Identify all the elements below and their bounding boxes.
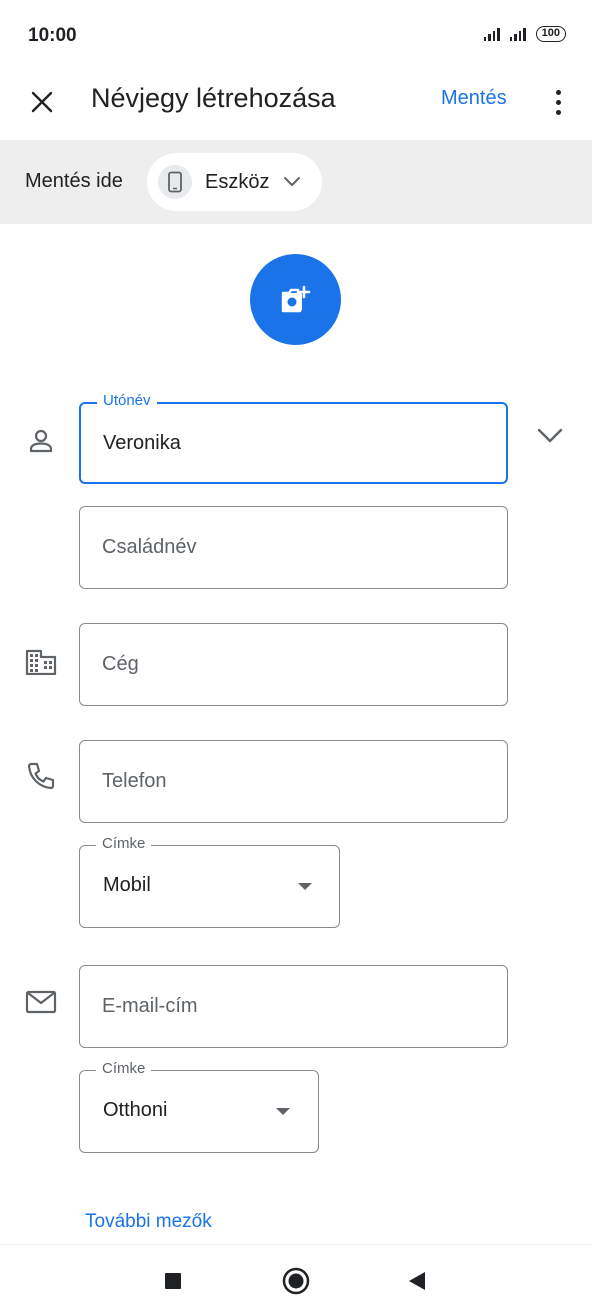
home-circle-icon bbox=[282, 1267, 310, 1295]
signal-icon bbox=[483, 27, 500, 41]
more-vert-icon bbox=[555, 89, 561, 95]
app-bar: Névjegy létrehozása Mentés bbox=[0, 70, 592, 140]
recents-button[interactable] bbox=[153, 1261, 193, 1301]
save-to-label: Mentés ide bbox=[25, 170, 123, 192]
last-name-field[interactable] bbox=[79, 506, 508, 589]
company-input[interactable] bbox=[102, 624, 491, 705]
add-photo-button[interactable] bbox=[250, 254, 341, 345]
phone-field[interactable] bbox=[79, 740, 508, 823]
back-triangle-icon bbox=[409, 1272, 425, 1290]
phone-call-icon bbox=[24, 759, 58, 793]
close-icon bbox=[31, 91, 53, 113]
chevron-down-icon bbox=[537, 428, 563, 443]
more-options-button[interactable] bbox=[540, 80, 576, 124]
home-button[interactable] bbox=[276, 1261, 316, 1301]
back-button[interactable] bbox=[397, 1261, 437, 1301]
phone-input[interactable] bbox=[102, 741, 491, 822]
dropdown-arrow-icon bbox=[276, 1108, 290, 1115]
add-photo-icon bbox=[281, 285, 310, 312]
phone-label-value: Mobil bbox=[103, 874, 151, 896]
email-field[interactable] bbox=[79, 965, 508, 1048]
phone-icon bbox=[158, 165, 192, 199]
email-icon bbox=[24, 985, 58, 1019]
square-icon bbox=[165, 1273, 181, 1289]
navigation-bar bbox=[0, 1244, 592, 1316]
status-icons: 100 bbox=[483, 26, 566, 42]
email-label-value: Otthoni bbox=[103, 1099, 168, 1121]
page-title: Névjegy létrehozása bbox=[91, 83, 336, 113]
company-field[interactable] bbox=[79, 623, 508, 706]
last-name-input[interactable] bbox=[102, 507, 491, 588]
more-fields-button[interactable]: További mezők bbox=[85, 1211, 212, 1233]
first-name-field[interactable]: Utónév bbox=[79, 392, 508, 484]
chevron-down-icon bbox=[283, 176, 301, 188]
phone-label-select[interactable]: Címke Mobil bbox=[79, 835, 340, 928]
first-name-input[interactable] bbox=[103, 404, 490, 482]
expand-name-button[interactable] bbox=[532, 418, 568, 454]
status-time: 10:00 bbox=[28, 25, 77, 46]
status-bar: 10:00 100 bbox=[0, 0, 592, 70]
account-label: Eszköz bbox=[205, 170, 270, 193]
close-button[interactable] bbox=[20, 80, 64, 124]
email-label-caption: Címke bbox=[96, 1060, 152, 1078]
save-button[interactable]: Mentés bbox=[441, 87, 507, 110]
email-input[interactable] bbox=[102, 966, 491, 1047]
business-icon bbox=[24, 645, 58, 679]
email-label-select[interactable]: Címke Otthoni bbox=[79, 1060, 319, 1153]
person-icon bbox=[24, 424, 58, 458]
save-to-bar: Mentés ide Eszköz bbox=[0, 140, 592, 224]
battery-icon: 100 bbox=[535, 26, 566, 42]
account-selector[interactable]: Eszköz bbox=[147, 153, 322, 211]
signal-icon bbox=[509, 27, 526, 41]
phone-label-caption: Címke bbox=[96, 835, 152, 853]
dropdown-arrow-icon bbox=[298, 883, 312, 890]
